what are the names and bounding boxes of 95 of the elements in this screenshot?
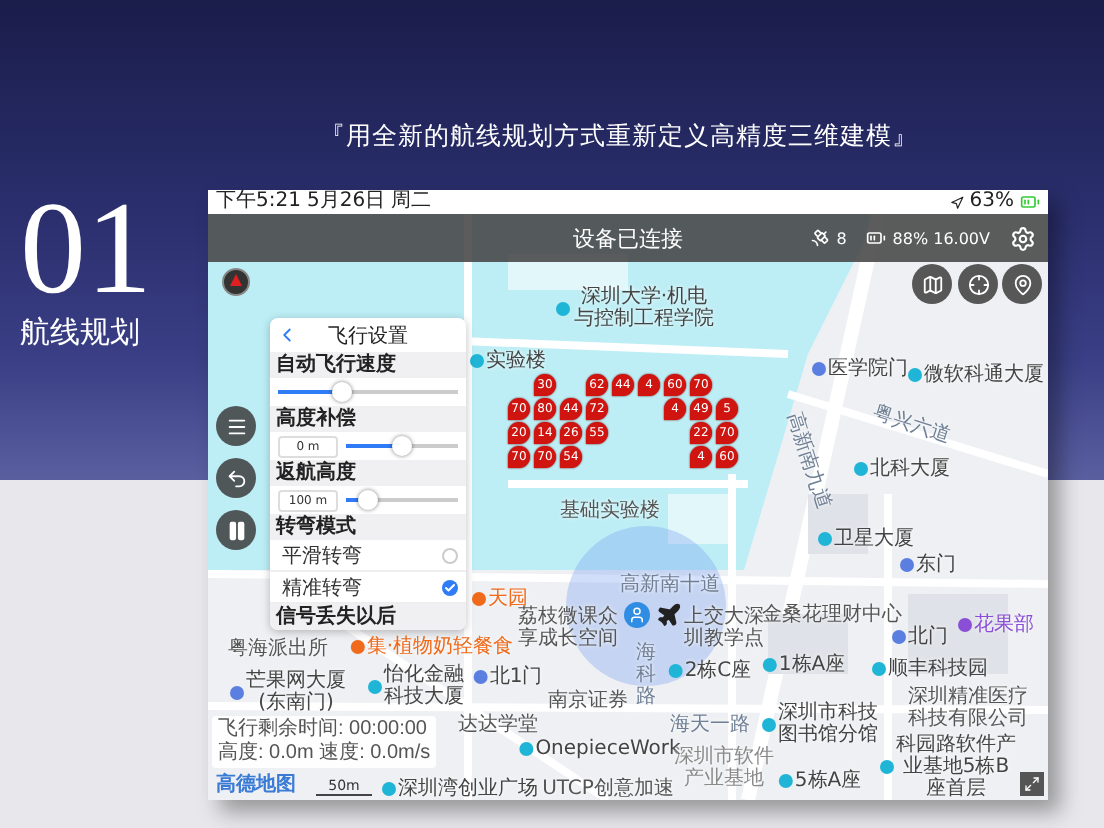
- map-label: 达达学堂: [458, 714, 538, 736]
- location-arrow-icon: [949, 195, 964, 209]
- map-layer-button[interactable]: [912, 264, 952, 304]
- map-label: 高新南十道: [620, 574, 720, 596]
- flight-info-text: 高度: 0.0m 速度: 0.0m/s: [218, 742, 431, 766]
- map-label: 深圳大学·机电与控制工程学院: [572, 286, 716, 330]
- map-label: 东门: [916, 554, 956, 576]
- poi-pin-icon: [473, 670, 488, 684]
- menu-icon: [225, 415, 247, 437]
- option-label: 平滑转弯: [282, 543, 362, 569]
- map-label: 科园路软件产业基地5栋B座首层: [896, 734, 1016, 800]
- section-header: 自动飞行速度: [270, 352, 466, 378]
- map-provider-logo: 高德地图: [216, 770, 296, 798]
- flight-info-text: 飞行剩余时间: 00:00:00: [218, 718, 429, 741]
- map-label: 顺丰科技园: [888, 658, 988, 680]
- map-label: 5栋A座: [794, 770, 862, 792]
- slider-thumb[interactable]: [358, 490, 379, 510]
- map-label: 荔枝微课众享成长空间: [518, 606, 618, 650]
- section-header: 返航高度: [270, 460, 466, 486]
- section-header: 高度补偿: [270, 406, 466, 432]
- airplane-icon: [656, 602, 682, 628]
- map-label: 2栋C座: [684, 660, 752, 682]
- headline: 『用全新的航线规划方式重新定义高精度三维建模』: [320, 120, 920, 154]
- poi-pin-icon: [472, 592, 486, 606]
- poi-pin-icon: [230, 685, 244, 699]
- radio-button[interactable]: [442, 547, 458, 563]
- pause-icon: [225, 519, 247, 541]
- poi-pin-icon: [812, 362, 826, 376]
- section-title: 航线规划: [20, 314, 140, 352]
- map-label: 基础实验楼: [560, 500, 660, 522]
- poi-pin-icon: [818, 532, 832, 546]
- map-label: 卫星大厦: [834, 528, 914, 550]
- battery-icon: [1020, 192, 1040, 212]
- slider-thumb[interactable]: [392, 436, 412, 456]
- map-label: 深圳精准医疗科技有限公司: [908, 686, 1028, 730]
- map-label: 深圳湾创业广场: [398, 778, 538, 800]
- drone-battery: 88% 16.00V: [892, 229, 990, 247]
- poi-pin-icon: [908, 368, 922, 382]
- map-label: 实验楼: [486, 350, 546, 372]
- poi-pin-icon: [368, 679, 382, 693]
- map-label: UTCP创意加速: [542, 778, 674, 800]
- map-label: 北门: [908, 626, 948, 648]
- panel-title: 飞行设置: [328, 323, 408, 349]
- poi-pin-icon: [519, 742, 534, 756]
- map-label: 微软科通大厦: [924, 364, 1044, 386]
- location-button[interactable]: [1002, 264, 1042, 304]
- map-label: 花果部: [974, 614, 1034, 636]
- section-header: 信号丢失以后: [270, 604, 466, 630]
- poi-pin-icon: [872, 662, 886, 676]
- map-label: 天园: [488, 588, 528, 610]
- battery-percent: 63%: [969, 190, 1014, 214]
- poi-pin-icon: [900, 558, 914, 572]
- map-label: 粤兴六道: [870, 402, 954, 448]
- poi-pin-icon: [778, 774, 793, 788]
- map-label: 金桑花理财中心: [762, 604, 902, 626]
- crosshair-button[interactable]: [958, 264, 998, 304]
- poi-pin-icon: [880, 760, 894, 774]
- undo-arrow-icon: [225, 467, 247, 489]
- map-label: 芒果网大厦(东南门): [246, 670, 346, 714]
- slider-thumb[interactable]: [331, 382, 351, 402]
- user-location-icon: [624, 602, 650, 628]
- poi-pin-icon: [762, 658, 777, 672]
- map-pin-icon: [1011, 273, 1033, 295]
- expand-button[interactable]: [1020, 772, 1044, 796]
- poi-pin-icon: [350, 640, 365, 654]
- settings-icon[interactable]: [1010, 225, 1036, 251]
- map-icon: [921, 273, 943, 295]
- map-label: 北科大厦: [870, 458, 950, 480]
- battery-icon: [866, 228, 887, 248]
- map-label: 怡化金融科技大厦: [384, 664, 464, 708]
- map-label: 高新南九道: [782, 410, 834, 512]
- map-label: 粤海派出所: [228, 638, 328, 660]
- satellite-icon: [810, 228, 831, 248]
- map-label: 1栋A座: [778, 654, 846, 676]
- poi-pin-icon: [854, 462, 868, 476]
- status-time: 下午5:21: [216, 190, 301, 214]
- section-header: 转弯模式: [270, 514, 466, 540]
- poi-pin-icon: [892, 630, 906, 644]
- map-label: 海天一路: [670, 714, 750, 736]
- section-number: 01: [20, 190, 152, 310]
- radio-button[interactable]: [442, 579, 458, 595]
- connection-status: 设备已连接: [573, 223, 683, 253]
- map-label: 海科路: [636, 642, 656, 708]
- map-label: 深圳市科技图书馆分馆: [778, 702, 878, 746]
- satellite-count: 8: [836, 229, 847, 247]
- poi-pin-icon: [382, 782, 396, 796]
- poi-pin-icon: [668, 664, 683, 678]
- option-label: 精准转弯: [282, 575, 362, 601]
- crosshair-icon: [967, 273, 989, 295]
- map-label: 南京证券: [548, 690, 628, 712]
- map-label: 医学院门: [828, 358, 908, 380]
- map-label: 上交大深圳教学点: [684, 606, 764, 650]
- map-label: 北1门: [489, 666, 543, 688]
- status-date: 5月26日 周二: [306, 190, 432, 214]
- map-label: 集·植物奶轻餐食: [366, 636, 514, 658]
